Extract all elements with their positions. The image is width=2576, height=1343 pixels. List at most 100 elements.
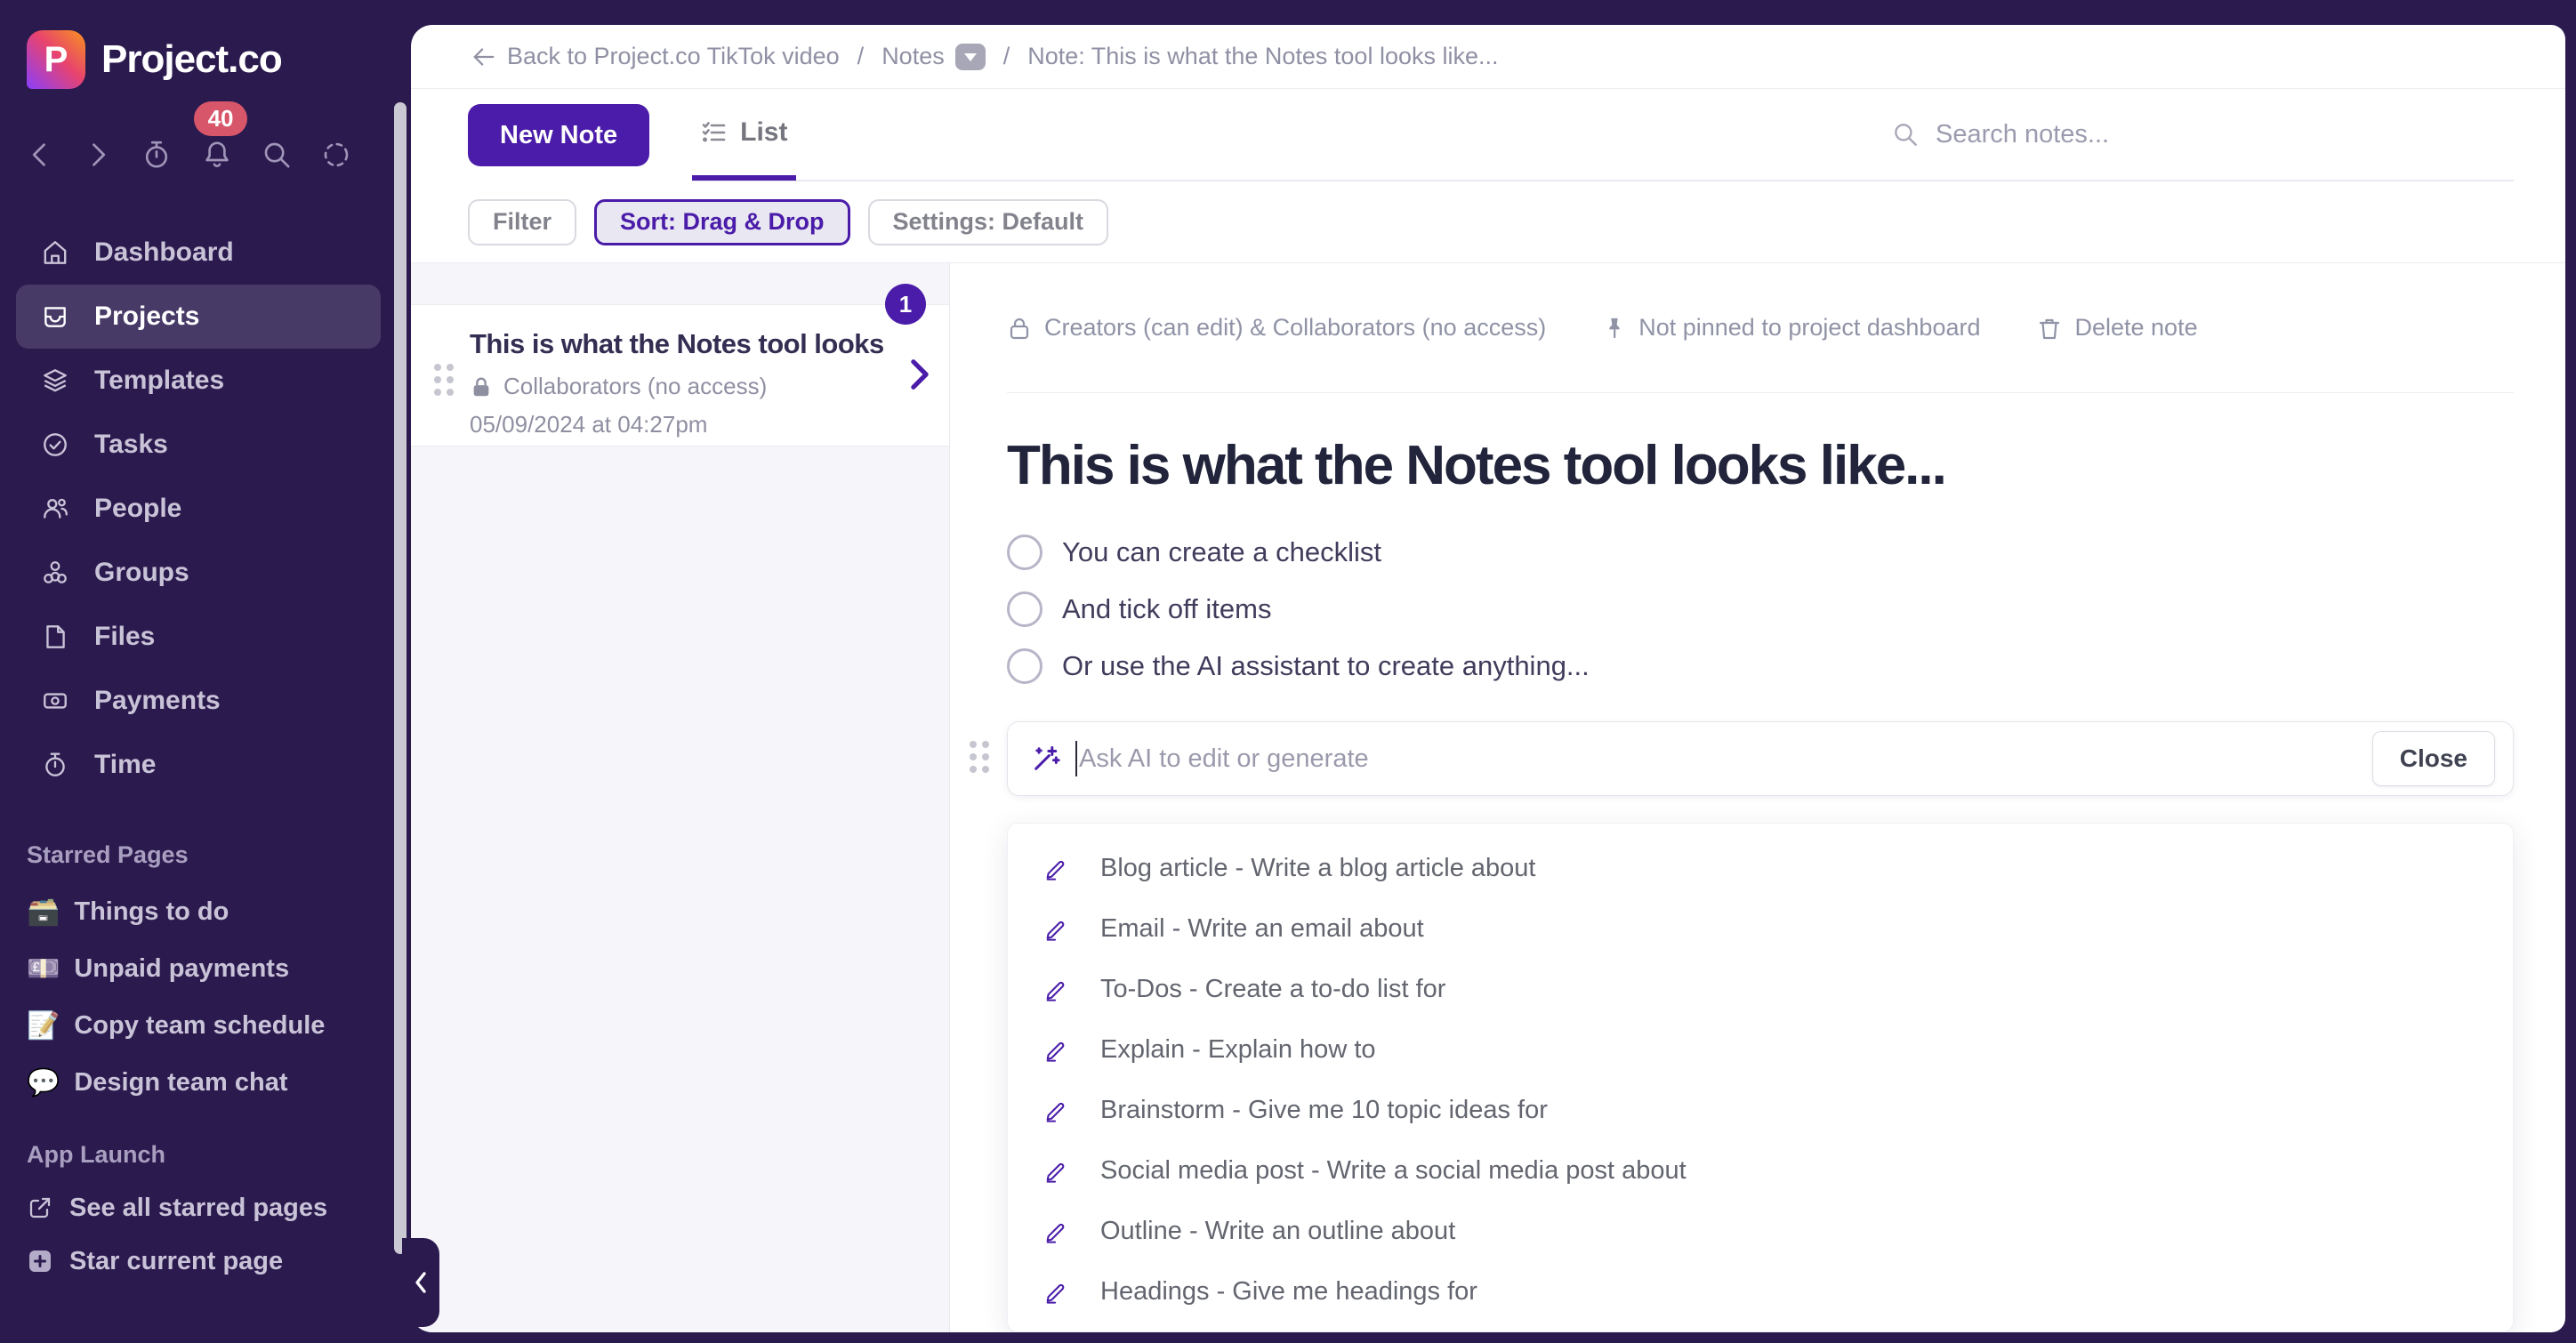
ai-suggestion-explain[interactable]: Explain - Explain how to	[1008, 1019, 2513, 1080]
ai-suggestion-label: Explain - Explain how to	[1100, 1035, 1376, 1065]
ai-suggestion-label: Brainstorm - Give me 10 topic ideas for	[1100, 1096, 1548, 1125]
sidebar-item-time[interactable]: Time	[16, 733, 381, 797]
search-icon	[1891, 120, 1920, 149]
starred-page-things-to-do[interactable]: 🗃️ Things to do	[0, 883, 411, 940]
see-all-starred-pages[interactable]: See all starred pages	[0, 1181, 411, 1234]
brand-logo[interactable]: P Project.co	[0, 0, 411, 89]
ai-suggestion-headings[interactable]: Headings - Give me headings for	[1008, 1261, 2513, 1322]
note-title[interactable]: This is what the Notes tool looks like..…	[1007, 434, 2514, 497]
checkbox-circle[interactable]	[1007, 535, 1042, 570]
note-pin-toggle[interactable]: Not pinned to project dashboard	[1603, 314, 1980, 342]
starred-page-label: Copy team schedule	[74, 1011, 325, 1041]
breadcrumb-current: Note: This is what the Notes tool looks …	[1027, 43, 1498, 70]
filter-button[interactable]: Filter	[468, 199, 576, 245]
new-note-button[interactable]: New Note	[468, 104, 649, 166]
pencil-icon	[1043, 916, 1068, 941]
badge-check-icon	[41, 430, 69, 459]
ai-suggestion-label: Headings - Give me headings for	[1100, 1277, 1477, 1307]
sort-button[interactable]: Sort: Drag & Drop	[594, 199, 850, 245]
sidebar-scrollbar[interactable]	[394, 102, 407, 1254]
sidebar-item-templates[interactable]: Templates	[16, 349, 381, 413]
breadcrumb-back-link[interactable]: Back to Project.co TikTok video	[471, 43, 840, 70]
sidebar-item-files[interactable]: Files	[16, 605, 381, 669]
main-panel: Back to Project.co TikTok video / Notes …	[411, 25, 2565, 1332]
sidebar-item-label: Dashboard	[94, 237, 234, 268]
note-permissions[interactable]: Creators (can edit) & Collaborators (no …	[1007, 314, 1546, 342]
note-delete-label: Delete note	[2074, 314, 2197, 342]
pin-icon	[1603, 316, 1626, 341]
breadcrumb: Back to Project.co TikTok video / Notes …	[411, 25, 2565, 89]
breadcrumb-back-label: Back to Project.co TikTok video	[507, 43, 840, 70]
plus-square-icon	[27, 1248, 53, 1275]
timer-icon[interactable]	[141, 139, 173, 171]
ai-suggestion-todos[interactable]: To-Dos - Create a to-do list for	[1008, 959, 2513, 1019]
sidebar-item-projects[interactable]: Projects	[16, 285, 381, 349]
pencil-icon	[1043, 1218, 1068, 1243]
sidebar-item-dashboard[interactable]: Dashboard	[16, 221, 381, 285]
starred-pages-heading: Starred Pages	[27, 841, 411, 869]
ai-suggestion-blog-article[interactable]: Blog article - Write a blog article abou…	[1008, 838, 2513, 898]
note-permissions-label: Creators (can edit) & Collaborators (no …	[1044, 314, 1546, 342]
starred-page-label: Unpaid payments	[74, 954, 289, 984]
checkbox-circle[interactable]	[1007, 648, 1042, 684]
note-detail-header: Creators (can edit) & Collaborators (no …	[1007, 263, 2514, 393]
pencil-icon	[1043, 1158, 1068, 1183]
checklist-item-label[interactable]: Or use the AI assistant to create anythi…	[1062, 650, 1590, 682]
checklist-item-label[interactable]: And tick off items	[1062, 593, 1271, 625]
ai-suggestion-brainstorm[interactable]: Brainstorm - Give me 10 topic ideas for	[1008, 1080, 2513, 1140]
app-launch-label: Star current page	[69, 1247, 283, 1276]
ai-suggestion-label: To-Dos - Create a to-do list for	[1100, 975, 1445, 1004]
checkbox-circle[interactable]	[1007, 591, 1042, 627]
sidebar-item-payments[interactable]: Payments	[16, 669, 381, 733]
search-icon[interactable]	[261, 139, 293, 171]
note-list-item[interactable]: 1 This is what the Notes tool looks like…	[411, 304, 949, 446]
sidebar-item-tasks[interactable]: Tasks	[16, 413, 381, 477]
ai-suggestion-outline[interactable]: Outline - Write an outline about	[1008, 1201, 2513, 1261]
notifications-bell-icon[interactable]: 40	[201, 139, 233, 171]
ai-suggestion-label: Social media post - Write a social media…	[1100, 1156, 1686, 1186]
banknote-icon	[41, 687, 69, 715]
sidebar-item-people[interactable]: People	[16, 477, 381, 541]
starred-page-label: Things to do	[74, 897, 229, 927]
ai-suggestion-email[interactable]: Email - Write an email about	[1008, 898, 2513, 959]
pencil-icon	[1043, 977, 1068, 1001]
breadcrumb-notes-link[interactable]: Notes	[881, 43, 986, 70]
sidebar-item-groups[interactable]: Groups	[16, 541, 381, 605]
drag-handle[interactable]	[434, 364, 454, 396]
notes-search	[1891, 89, 2514, 180]
ai-input[interactable]	[1079, 744, 2372, 774]
close-button[interactable]: Close	[2372, 731, 2495, 786]
tab-list[interactable]: List	[692, 90, 796, 181]
sidebar-collapse-button[interactable]	[402, 1238, 439, 1327]
magic-wand-icon	[1031, 744, 1061, 774]
app-launch-heading: App Launch	[27, 1141, 411, 1169]
starred-page-unpaid-payments[interactable]: 💷 Unpaid payments	[0, 940, 411, 997]
starred-page-label: Design team chat	[74, 1068, 287, 1098]
starred-page-copy-team-schedule[interactable]: 📝 Copy team schedule	[0, 997, 411, 1054]
star-current-page[interactable]: Star current page	[0, 1234, 411, 1288]
ai-suggestion-social-media-post[interactable]: Social media post - Write a social media…	[1008, 1140, 2513, 1201]
settings-button[interactable]: Settings: Default	[868, 199, 1109, 245]
sidebar-quick-icons: 40	[25, 139, 352, 171]
search-input[interactable]	[1936, 120, 2514, 149]
note-delete-button[interactable]: Delete note	[2037, 314, 2197, 342]
pencil-icon	[1043, 1098, 1068, 1122]
ai-suggestion-label: Outline - Write an outline about	[1100, 1217, 1455, 1246]
starred-page-design-team-chat[interactable]: 💬 Design team chat	[0, 1054, 411, 1111]
checklist-item-label[interactable]: You can create a checklist	[1062, 536, 1381, 568]
drag-handle[interactable]	[970, 741, 989, 773]
notes-dropdown-icon[interactable]	[955, 44, 986, 70]
app-launch-label: See all starred pages	[69, 1194, 327, 1223]
note-item-title: This is what the Notes tool looks like..…	[470, 328, 890, 360]
text-cursor	[1075, 741, 1077, 776]
note-count-badge: 1	[885, 284, 926, 325]
history-forward-icon[interactable]	[83, 140, 113, 170]
chevron-left-icon	[410, 1269, 431, 1296]
tabbar: List	[692, 89, 2514, 181]
checklist-item: Or use the AI assistant to create anythi…	[1007, 648, 2514, 684]
stopwatch-icon	[41, 751, 69, 779]
checklist-item: You can create a checklist	[1007, 535, 2514, 570]
history-back-icon[interactable]	[25, 140, 55, 170]
sidebar-item-label: Groups	[94, 558, 189, 588]
status-dashed-circle-icon[interactable]	[320, 139, 352, 171]
